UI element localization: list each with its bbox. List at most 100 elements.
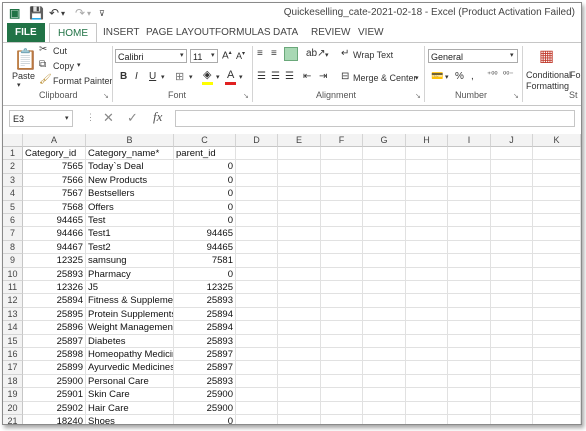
empty-cell[interactable] xyxy=(406,321,448,335)
cut-icon[interactable]: ✂ xyxy=(39,44,47,55)
empty-cell[interactable] xyxy=(236,240,278,255)
customize-toolbar-icon[interactable]: ⊽ xyxy=(99,9,105,18)
cell-a1[interactable]: Category_id xyxy=(23,147,86,161)
conditional-formatting-icon[interactable]: ▦ xyxy=(539,46,554,66)
empty-cell[interactable] xyxy=(321,321,363,335)
empty-cell[interactable] xyxy=(278,227,321,241)
empty-cell[interactable] xyxy=(236,415,278,424)
empty-cell[interactable] xyxy=(363,173,406,188)
empty-cell[interactable] xyxy=(448,401,491,415)
empty-cell[interactable] xyxy=(278,334,321,348)
cell-c12[interactable]: 25893 xyxy=(174,294,236,308)
row-header[interactable]: 1 xyxy=(3,147,23,161)
empty-cell[interactable] xyxy=(406,227,448,241)
empty-cell[interactable] xyxy=(321,147,363,161)
undo-dropdown-icon[interactable]: ▾ xyxy=(61,9,65,18)
accounting-format-icon[interactable]: 💳 xyxy=(431,71,443,82)
decrease-font-icon[interactable]: A▾ xyxy=(236,50,245,61)
empty-cell[interactable] xyxy=(533,227,581,241)
copy-icon[interactable]: ⧉ xyxy=(39,59,46,70)
empty-cell[interactable] xyxy=(363,281,406,295)
empty-cell[interactable] xyxy=(278,254,321,268)
clipboard-launcher-icon[interactable]: ↘ xyxy=(103,92,109,100)
merge-center-icon[interactable]: ⊟ xyxy=(341,71,349,82)
empty-cell[interactable] xyxy=(533,294,581,308)
empty-cell[interactable] xyxy=(406,267,448,281)
tab-data[interactable]: DATA xyxy=(265,23,306,42)
empty-cell[interactable] xyxy=(278,415,321,424)
column-header-i[interactable]: I xyxy=(448,134,491,147)
row-header[interactable]: 20 xyxy=(3,401,23,415)
empty-cell[interactable] xyxy=(491,334,533,348)
empty-cell[interactable] xyxy=(533,415,581,424)
empty-cell[interactable] xyxy=(491,415,533,424)
conditional-formatting-label-2[interactable]: Formatting xyxy=(526,81,569,91)
spreadsheet-grid[interactable]: A B C D E F G H I J K 1 Category_id Catego… xyxy=(3,134,581,424)
empty-cell[interactable] xyxy=(406,173,448,188)
empty-cell[interactable] xyxy=(491,307,533,322)
empty-cell[interactable] xyxy=(448,187,491,201)
empty-cell[interactable] xyxy=(278,294,321,308)
column-header-a[interactable]: A xyxy=(23,134,86,147)
column-header-c[interactable]: C xyxy=(174,134,236,147)
italic-button[interactable]: I xyxy=(135,71,138,82)
empty-cell[interactable] xyxy=(448,294,491,308)
empty-cell[interactable] xyxy=(363,415,406,424)
empty-cell[interactable] xyxy=(236,388,278,402)
empty-cell[interactable] xyxy=(491,281,533,295)
row-header[interactable]: 12 xyxy=(3,294,23,308)
cell-b6[interactable]: Test xyxy=(86,214,174,228)
empty-cell[interactable] xyxy=(236,267,278,281)
empty-cell[interactable] xyxy=(406,147,448,161)
align-left-icon[interactable]: ☰ xyxy=(257,71,266,82)
empty-cell[interactable] xyxy=(491,254,533,268)
bold-button[interactable]: B xyxy=(120,71,127,82)
empty-cell[interactable] xyxy=(491,294,533,308)
empty-cell[interactable] xyxy=(363,334,406,348)
cell-c17[interactable]: 25897 xyxy=(174,361,236,375)
empty-cell[interactable] xyxy=(448,321,491,335)
empty-cell[interactable] xyxy=(236,374,278,389)
empty-cell[interactable] xyxy=(406,214,448,228)
empty-cell[interactable] xyxy=(406,388,448,402)
cell-c9[interactable]: 7581 xyxy=(174,254,236,268)
empty-cell[interactable] xyxy=(236,200,278,214)
empty-cell[interactable] xyxy=(491,361,533,375)
empty-cell[interactable] xyxy=(278,321,321,335)
empty-cell[interactable] xyxy=(236,187,278,201)
wrap-text-icon[interactable]: ↵ xyxy=(341,48,349,59)
row-header[interactable]: 16 xyxy=(3,348,23,362)
empty-cell[interactable] xyxy=(448,361,491,375)
column-header-k[interactable]: K xyxy=(533,134,581,147)
cell-a20[interactable]: 25902 xyxy=(23,401,86,415)
percent-style-icon[interactable]: % xyxy=(455,71,464,82)
cell-a16[interactable]: 25898 xyxy=(23,348,86,362)
empty-cell[interactable] xyxy=(533,388,581,402)
empty-cell[interactable] xyxy=(321,160,363,174)
format-painter-icon[interactable]: 🖌 xyxy=(39,74,52,85)
cell-b14[interactable]: Weight Management xyxy=(86,321,174,335)
copy-button[interactable]: Copy xyxy=(53,61,74,71)
row-header[interactable]: 11 xyxy=(3,281,23,295)
empty-cell[interactable] xyxy=(363,294,406,308)
empty-cell[interactable] xyxy=(363,321,406,335)
align-bottom-button[interactable] xyxy=(284,47,298,61)
empty-cell[interactable] xyxy=(491,374,533,389)
empty-cell[interactable] xyxy=(278,187,321,201)
empty-cell[interactable] xyxy=(278,173,321,188)
empty-cell[interactable] xyxy=(448,267,491,281)
empty-cell[interactable] xyxy=(533,160,581,174)
empty-cell[interactable] xyxy=(448,307,491,322)
number-format-dropdown-icon[interactable]: ▾ xyxy=(510,51,514,59)
formula-bar-handle-icon[interactable]: ⋮ xyxy=(86,112,95,123)
empty-cell[interactable] xyxy=(278,348,321,362)
cell-c5[interactable]: 0 xyxy=(174,200,236,214)
cell-b19[interactable]: Skin Care xyxy=(86,388,174,402)
cell-b18[interactable]: Personal Care xyxy=(86,374,174,389)
empty-cell[interactable] xyxy=(321,374,363,389)
underline-button[interactable]: U xyxy=(149,71,156,82)
cell-a4[interactable]: 7567 xyxy=(23,187,86,201)
cut-button[interactable]: Cut xyxy=(53,46,67,56)
empty-cell[interactable] xyxy=(363,227,406,241)
empty-cell[interactable] xyxy=(363,160,406,174)
